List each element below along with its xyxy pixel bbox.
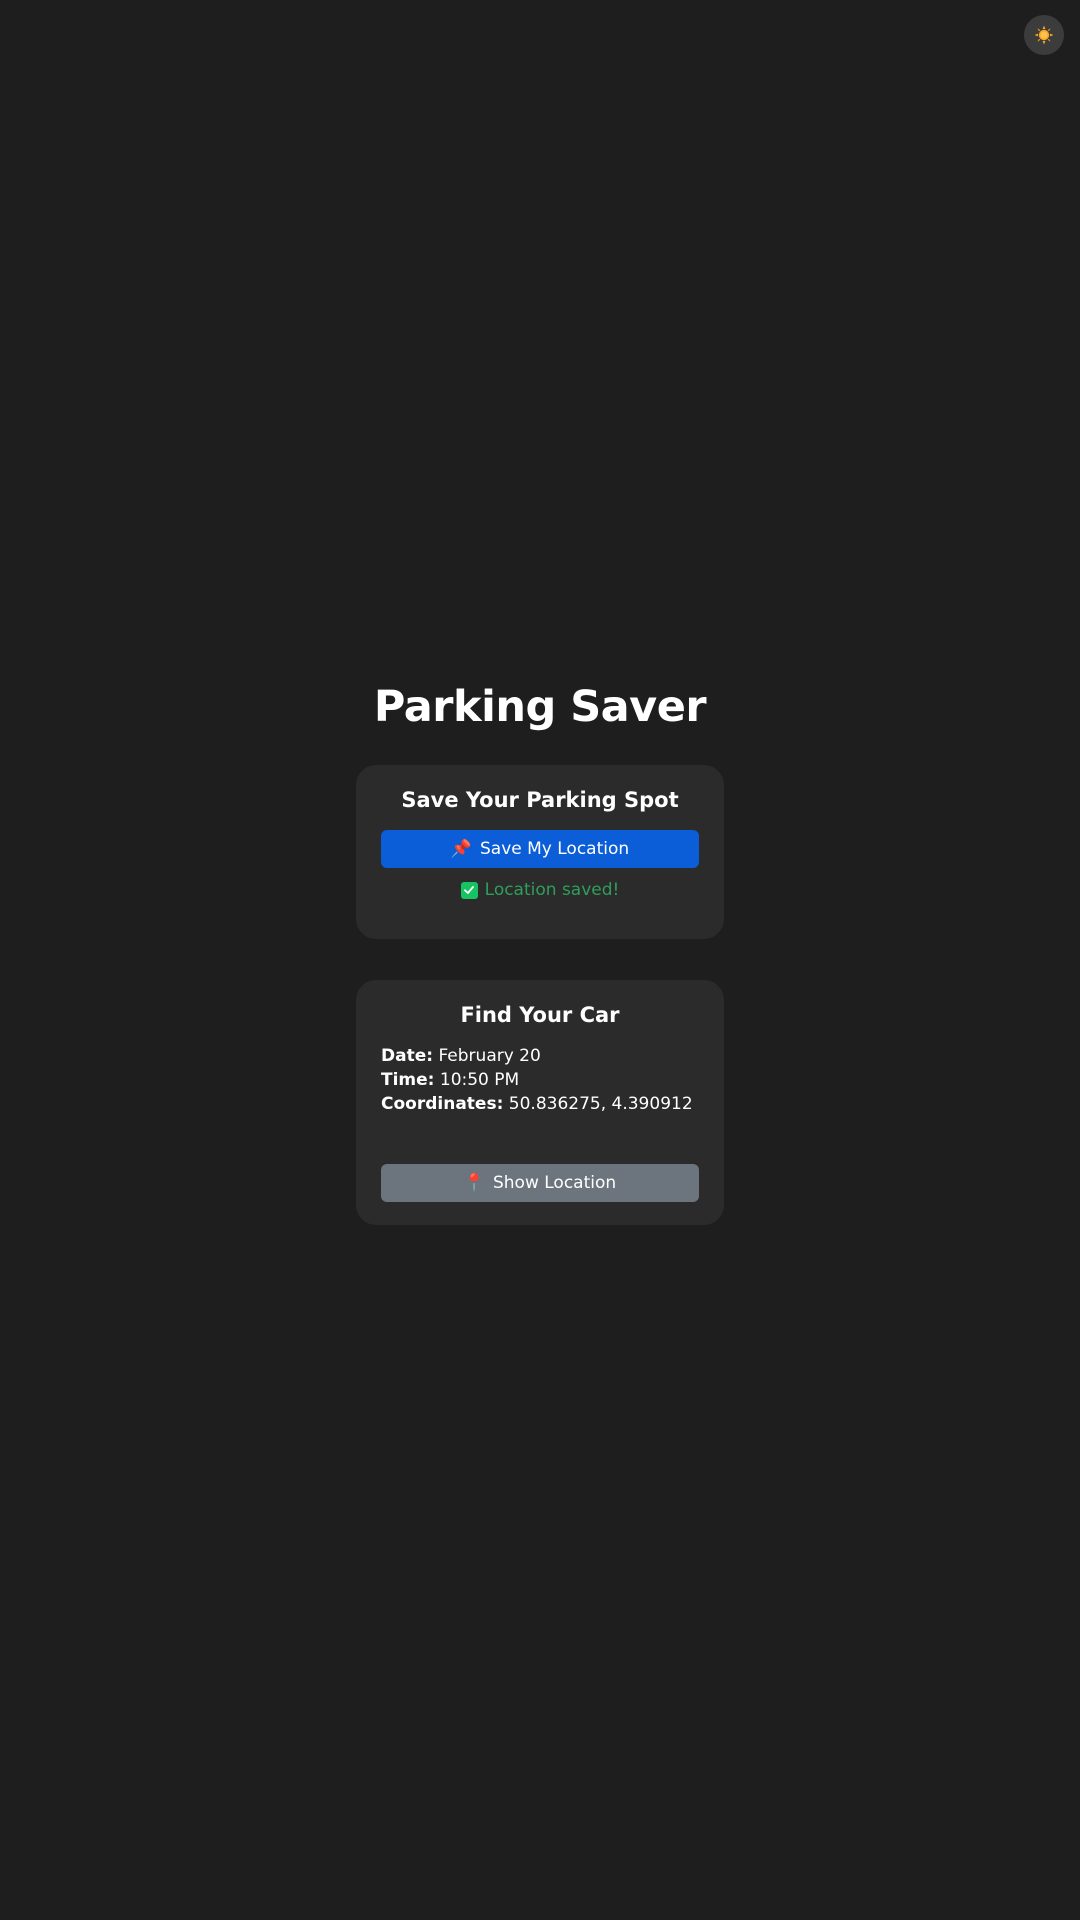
app-page: Parking Saver Save Your Parking Spot 📌 S…	[0, 0, 1080, 1920]
pushpin-icon: 📌	[450, 839, 472, 859]
checkmark-icon	[460, 881, 478, 899]
find-card-heading: Find Your Car	[460, 1003, 620, 1027]
save-card-heading: Save Your Parking Spot	[401, 788, 679, 812]
find-car-card: Find Your Car Date: February 20 Time: 10…	[356, 980, 724, 1225]
theme-toggle-button[interactable]	[1024, 15, 1064, 55]
save-location-button[interactable]: 📌 Save My Location	[381, 830, 699, 868]
coordinates-value: 50.836275, 4.390912	[508, 1094, 693, 1114]
saved-location-info: Date: February 20 Time: 10:50 PM Coordin…	[381, 1044, 699, 1116]
date-value: February 20	[438, 1046, 541, 1066]
sun-icon	[1034, 25, 1054, 45]
date-row: Date: February 20	[381, 1044, 699, 1068]
time-label: Time:	[381, 1070, 435, 1090]
page-title: Parking Saver	[373, 682, 707, 732]
coordinates-row: Coordinates: 50.836275, 4.390912	[381, 1092, 699, 1116]
save-status: Location saved!	[381, 878, 699, 902]
show-location-label: Show Location	[492, 1173, 617, 1193]
date-label: Date:	[381, 1046, 434, 1066]
save-location-label: Save My Location	[480, 839, 630, 859]
time-value: 10:50 PM	[439, 1070, 520, 1090]
save-spot-card: Save Your Parking Spot 📌 Save My Locatio…	[356, 765, 724, 939]
time-row: Time: 10:50 PM	[381, 1068, 699, 1092]
coordinates-label: Coordinates:	[381, 1094, 504, 1114]
round-pushpin-icon: 📍	[463, 1173, 485, 1193]
show-location-button[interactable]: 📍 Show Location	[381, 1164, 699, 1202]
save-status-text: Location saved!	[484, 880, 620, 900]
